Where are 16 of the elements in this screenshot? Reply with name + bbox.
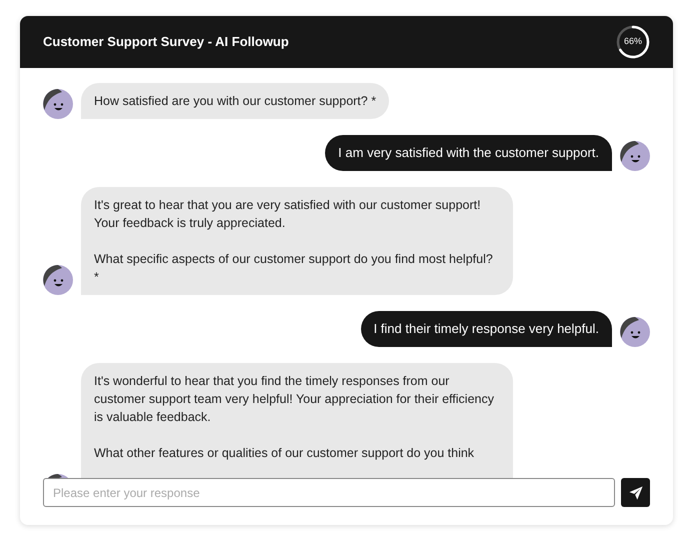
message-text: What other features or qualities of our customer support do you think — [94, 445, 476, 462]
survey-title: Customer Support Survey - AI Followup — [43, 33, 289, 52]
message-text: I find their timely response very helpful. — [374, 320, 599, 338]
message-text: It's great to hear that you are very satisfied with our customer support! Your feedback is truly appreciated. — [94, 197, 482, 232]
response-field[interactable]: Please enter your response — [43, 478, 615, 507]
message-text: I am very satisfied with the customer support. — [338, 144, 599, 162]
avatar-icon — [43, 89, 73, 119]
avatar-icon — [43, 265, 73, 295]
message-text: It's wonderful to hear that you find the timely responses from our customer support team very helpful! Your appreciation for their efficiency is valuable feedback. — [94, 373, 495, 426]
progress-label: 66% — [622, 35, 643, 48]
message-text: How satisfied are you with our customer support? * — [94, 93, 376, 110]
avatar-icon — [620, 317, 650, 347]
message-text: What specific aspects of our customer support do you find most helpful? * — [94, 251, 494, 286]
avatar-icon — [620, 141, 650, 171]
send-button[interactable] — [621, 478, 650, 507]
send-icon — [628, 486, 642, 500]
